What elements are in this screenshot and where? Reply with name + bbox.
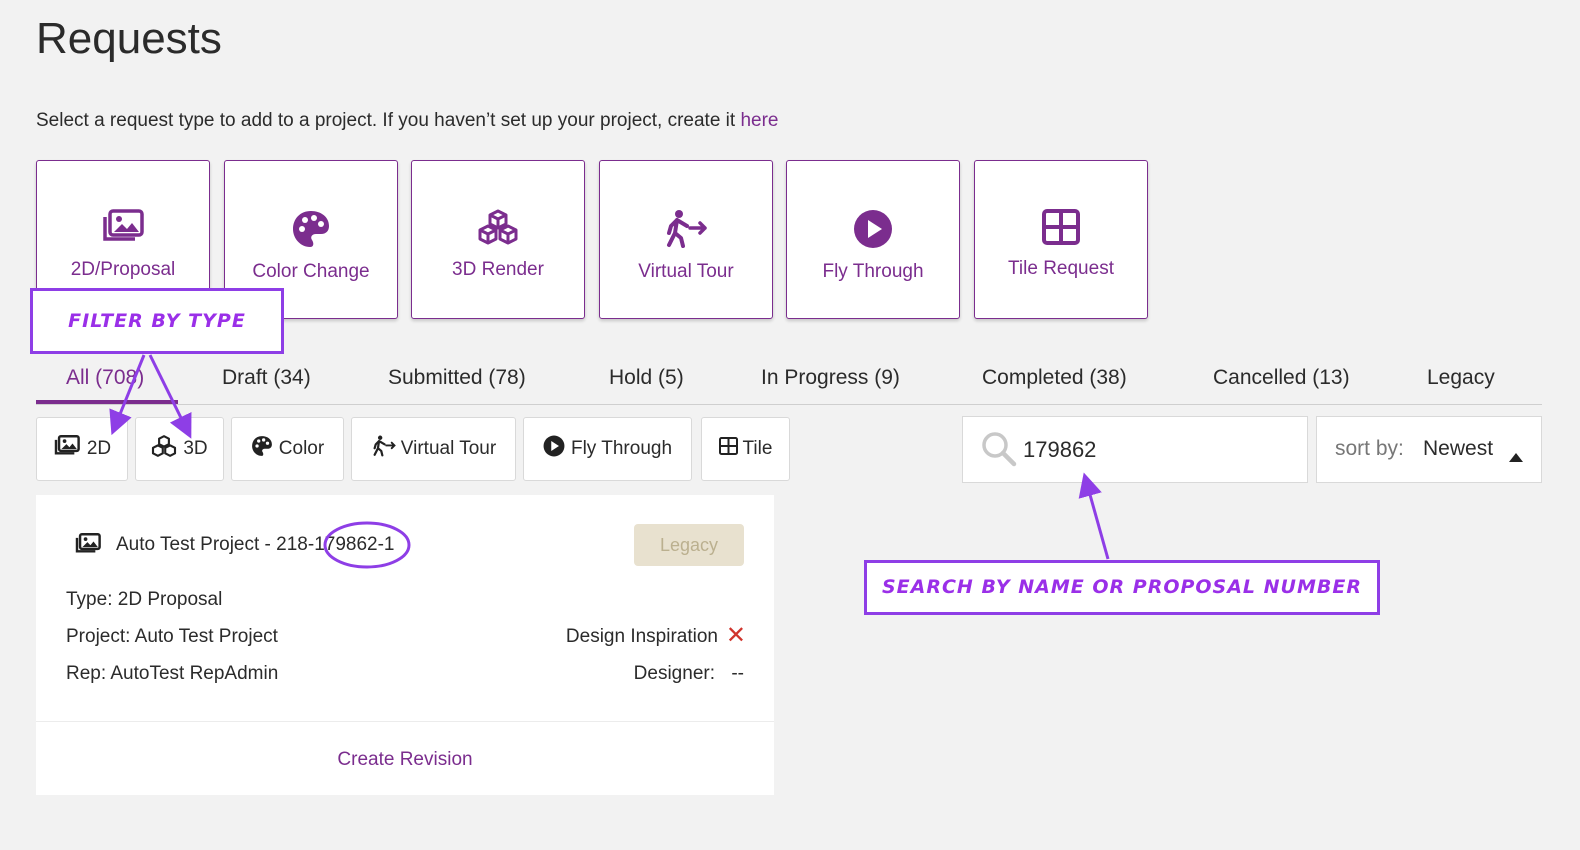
filter-callout: FILTER BY TYPE bbox=[30, 288, 284, 354]
request-type-tile-request[interactable]: Tile Request bbox=[974, 160, 1148, 319]
active-tab-indicator bbox=[36, 400, 178, 404]
request-type-label: Fly Through bbox=[822, 261, 924, 282]
sort-dropdown[interactable]: sort by: Newest bbox=[1316, 416, 1542, 483]
images-icon bbox=[53, 435, 81, 463]
search-input[interactable] bbox=[1021, 431, 1295, 469]
filter-label: Virtual Tour bbox=[400, 438, 497, 459]
cubes-icon bbox=[151, 435, 177, 463]
filter-label: 3D bbox=[183, 438, 208, 459]
tab-in-progress[interactable]: In Progress (9) bbox=[761, 366, 900, 390]
request-type-virtual-tour[interactable]: Virtual Tour bbox=[599, 160, 773, 319]
images-icon bbox=[74, 533, 102, 560]
page-title: Requests bbox=[36, 14, 222, 63]
designer-value: -- bbox=[731, 663, 744, 684]
create-revision-button[interactable]: Create Revision bbox=[36, 749, 774, 771]
tab-cancelled[interactable]: Cancelled (13) bbox=[1213, 366, 1350, 390]
status-badge: Legacy bbox=[634, 524, 744, 566]
filter-virtual-tour-button[interactable]: Virtual Tour bbox=[351, 417, 516, 481]
request-type-fly-through[interactable]: Fly Through bbox=[786, 160, 960, 319]
status-tabs: All (708) Draft (34) Submitted (78) Hold… bbox=[36, 362, 1542, 405]
design-inspiration-label: Design Inspiration bbox=[565, 626, 718, 647]
request-card: Auto Test Project - 218-179862-1 Legacy … bbox=[36, 495, 774, 795]
card-divider bbox=[36, 721, 774, 722]
search-box bbox=[962, 416, 1308, 483]
play-circle-icon bbox=[543, 435, 565, 463]
tab-draft[interactable]: Draft (34) bbox=[222, 366, 311, 390]
filter-label: Color bbox=[278, 438, 325, 459]
filter-2d-button[interactable]: 2D bbox=[36, 417, 128, 481]
filter-3d-button[interactable]: 3D bbox=[135, 417, 224, 481]
request-type: Type: 2D Proposal bbox=[66, 589, 223, 610]
search-icon bbox=[981, 431, 1017, 472]
sort-label: sort by: bbox=[1335, 437, 1404, 460]
request-type-label: 2D/Proposal bbox=[70, 259, 176, 280]
grid-icon bbox=[975, 209, 1147, 249]
palette-icon bbox=[225, 209, 397, 249]
filter-label: Tile bbox=[742, 438, 773, 459]
request-type-label: Tile Request bbox=[1008, 258, 1114, 279]
request-rep: Rep: AutoTest RepAdmin bbox=[66, 663, 279, 684]
create-project-link[interactable]: here bbox=[740, 110, 778, 131]
tab-all[interactable]: All (708) bbox=[66, 366, 144, 390]
filter-tile-button[interactable]: Tile bbox=[701, 417, 790, 481]
tab-submitted[interactable]: Submitted (78) bbox=[388, 366, 526, 390]
designer-label: Designer: bbox=[633, 663, 715, 684]
intro-text-body: Select a request type to add to a projec… bbox=[36, 110, 741, 131]
sort-value: Newest bbox=[1423, 437, 1494, 460]
request-title[interactable]: Auto Test Project - 218-179862-1 bbox=[116, 534, 395, 556]
close-icon: ✕ bbox=[725, 622, 746, 649]
filter-fly-through-button[interactable]: Fly Through bbox=[523, 417, 692, 481]
intro-text: Select a request type to add to a projec… bbox=[36, 110, 779, 132]
cubes-icon bbox=[412, 209, 584, 249]
request-type-label: 3D Render bbox=[452, 259, 544, 280]
arrow-to-search bbox=[1078, 472, 1110, 560]
filter-label: Fly Through bbox=[570, 438, 673, 459]
walking-arrow-icon bbox=[371, 435, 397, 463]
images-icon bbox=[37, 209, 209, 249]
walking-arrow-icon bbox=[600, 209, 772, 249]
request-type-label: Color Change bbox=[252, 261, 370, 282]
request-type-3d-render[interactable]: 3D Render bbox=[411, 160, 585, 319]
tab-completed[interactable]: Completed (38) bbox=[982, 366, 1127, 390]
grid-icon bbox=[718, 437, 738, 461]
filter-color-button[interactable]: Color bbox=[231, 417, 344, 481]
request-type-label: Virtual Tour bbox=[638, 261, 734, 282]
search-callout: SEARCH BY NAME OR PROPOSAL NUMBER bbox=[864, 560, 1380, 615]
palette-icon bbox=[251, 435, 273, 463]
request-project: Project: Auto Test Project bbox=[66, 626, 278, 647]
tab-hold[interactable]: Hold (5) bbox=[609, 366, 684, 390]
caret-up-icon bbox=[1509, 444, 1523, 468]
filter-label: 2D bbox=[86, 438, 112, 459]
play-circle-icon bbox=[787, 209, 959, 249]
tab-legacy[interactable]: Legacy bbox=[1427, 366, 1495, 390]
